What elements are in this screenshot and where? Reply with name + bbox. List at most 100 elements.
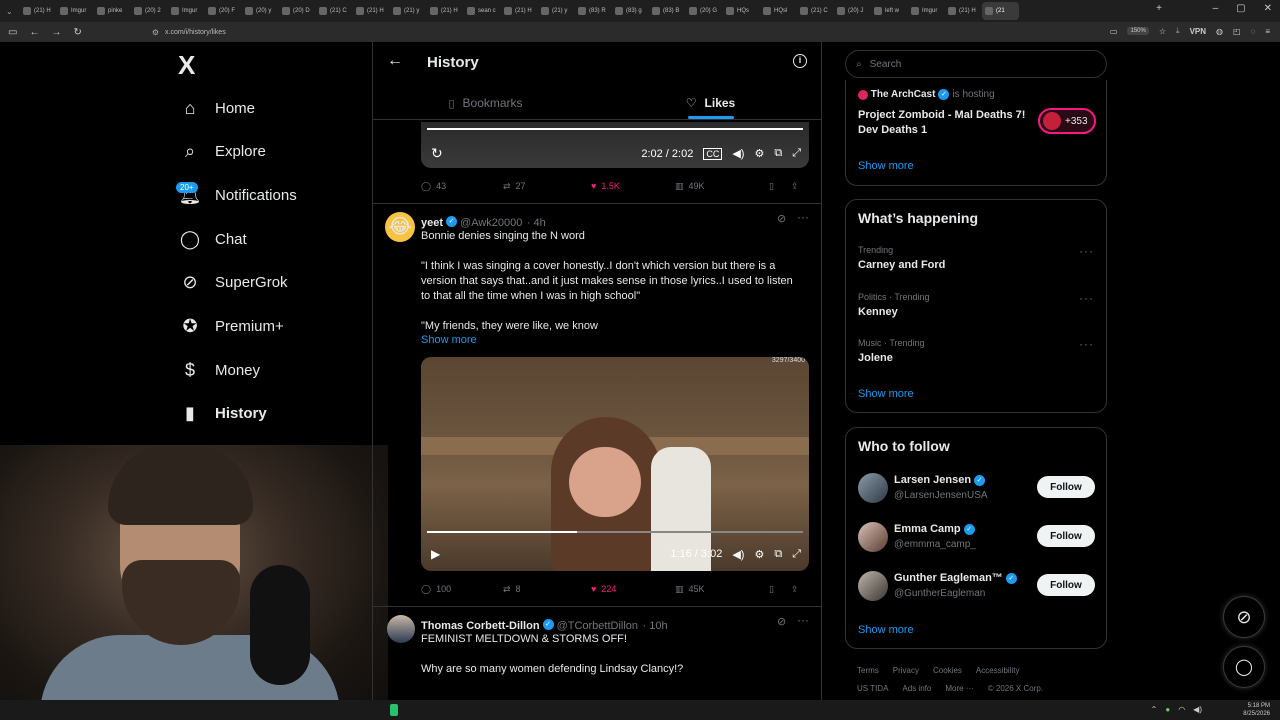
share-button[interactable]: ⇪ — [791, 584, 799, 595]
search-input[interactable]: ⌕ Search — [845, 50, 1107, 78]
follow-user-name[interactable]: Gunther Eagleman™ ✓ — [894, 572, 1020, 584]
tray-app-icon[interactable]: ● — [1165, 705, 1170, 714]
trend-name[interactable]: Kenney — [858, 306, 898, 318]
post-time[interactable]: · 10h — [642, 620, 667, 632]
taskbar-app-icon[interactable] — [390, 704, 398, 716]
speaker-icon[interactable]: ◀) — [1193, 705, 1202, 714]
views-button[interactable]: ▥ 45K — [675, 584, 769, 595]
tray-arrow-icon[interactable]: ⌃ — [1151, 705, 1158, 714]
browser-tab[interactable]: (21) H — [427, 2, 464, 20]
show-more-link[interactable]: Show more — [858, 388, 914, 400]
info-icon[interactable]: i — [793, 54, 807, 68]
post-time[interactable]: · 4h — [527, 217, 546, 229]
video-progress-bar[interactable] — [427, 531, 803, 533]
browser-tab[interactable]: HQs — [723, 2, 760, 20]
reload-icon[interactable]: ↻ — [73, 27, 81, 38]
wifi-icon[interactable]: ◠ — [1178, 705, 1185, 714]
avatar[interactable] — [387, 615, 415, 643]
share-button[interactable]: ⇪ — [791, 181, 799, 192]
follow-button[interactable]: Follow — [1037, 525, 1095, 547]
volume-icon[interactable]: ◀) — [732, 147, 744, 160]
avatar[interactable] — [858, 473, 888, 503]
download-icon[interactable]: ⤓ — [1176, 26, 1180, 36]
browser-tab[interactable]: (21) y — [538, 2, 575, 20]
footer-link[interactable]: Privacy — [893, 666, 919, 675]
forward-icon[interactable]: → — [51, 27, 61, 38]
tab-bookmarks[interactable]: ▯ Bookmarks — [373, 87, 598, 119]
wallet-icon[interactable]: ◍ — [1216, 27, 1223, 36]
cast-icon[interactable]: ▭ — [1110, 27, 1118, 36]
menu-icon[interactable]: ≡ — [1265, 27, 1270, 36]
browser-tab[interactable]: Imgur — [57, 2, 94, 20]
browser-tab[interactable]: (20) J — [834, 2, 871, 20]
trend-more-icon[interactable]: ··· — [1079, 244, 1094, 258]
grok-icon[interactable]: ⊘ — [777, 212, 786, 225]
browser-tab[interactable]: Imgur — [168, 2, 205, 20]
sidebar-item-history[interactable]: ▮ History — [180, 399, 267, 429]
footer-link[interactable]: © 2026 X Corp. — [988, 684, 1043, 693]
captions-icon[interactable]: CC — [703, 147, 723, 160]
bookmark-button[interactable]: ▯ — [769, 584, 791, 595]
maximize-button[interactable]: ▢ — [1236, 3, 1245, 14]
browser-tab[interactable]: (20) 2 — [131, 2, 168, 20]
author-name[interactable]: Thomas Corbett-Dillon — [421, 620, 540, 632]
follow-user-handle[interactable]: @GuntherEagleman — [894, 588, 985, 599]
browser-tab[interactable]: (21) y — [390, 2, 427, 20]
site-info-icon[interactable]: ⚙ — [152, 28, 159, 37]
follow-user-name[interactable]: Emma Camp ✓ — [894, 523, 978, 535]
repost-button[interactable]: ⇄ 8 — [503, 584, 591, 595]
chat-fab-button[interactable]: ◯ — [1223, 646, 1265, 688]
footer-link[interactable]: Cookies — [933, 666, 962, 675]
x-logo[interactable]: X — [178, 50, 195, 81]
footer-link[interactable]: Ads info — [902, 684, 931, 693]
back-icon[interactable]: ← — [29, 27, 39, 38]
sidebar-item-home[interactable]: ⌂ Home — [180, 93, 255, 123]
browser-tab[interactable]: (21) H — [353, 2, 390, 20]
settings-icon[interactable]: ⚙ — [754, 147, 764, 160]
star-icon[interactable]: ☆ — [1159, 27, 1166, 36]
browser-tab[interactable]: HQsl — [760, 2, 797, 20]
fullscreen-icon[interactable]: ⤢ — [792, 548, 801, 561]
sidebar-item-chat[interactable]: ◯ Chat — [180, 224, 247, 254]
minimize-button[interactable]: – — [1213, 3, 1219, 14]
more-options-icon[interactable]: ··· — [797, 210, 809, 224]
author-name[interactable]: yeet — [421, 217, 443, 229]
browser-tab[interactable]: (20) G — [686, 2, 723, 20]
show-more-link[interactable]: Show more — [858, 160, 914, 172]
new-tab-button[interactable]: + — [1156, 3, 1162, 14]
post-video[interactable]: 3297/3400 — [421, 357, 809, 571]
avatar[interactable] — [858, 522, 888, 552]
like-button[interactable]: ♥ 224 — [591, 584, 675, 594]
author-handle[interactable]: @Awk20000 — [460, 217, 522, 229]
sidebar-item-supergrok[interactable]: ⊘ SuperGrok — [180, 268, 287, 298]
fullscreen-icon[interactable]: ⤢ — [792, 147, 801, 160]
browser-tab[interactable]: Imgur — [908, 2, 945, 20]
sidebar-toggle-icon[interactable]: ▭ — [8, 27, 17, 38]
grok-fab-button[interactable]: ⊘ — [1223, 596, 1265, 638]
browser-tab[interactable]: (21) H — [945, 2, 982, 20]
browser-tab[interactable]: (83) g — [612, 2, 649, 20]
browser-tab[interactable]: (83) B — [649, 2, 686, 20]
pip-icon[interactable]: ⧉ — [774, 147, 782, 160]
browser-tab[interactable]: left w — [871, 2, 908, 20]
follow-user-handle[interactable]: @emmma_camp_ — [894, 539, 976, 550]
like-button[interactable]: ♥ 1.5K — [591, 181, 675, 191]
tab-search-icon[interactable]: ⌄ — [6, 7, 20, 16]
browser-tab[interactable]: (21 — [982, 2, 1019, 20]
play-icon[interactable]: ▶ — [431, 547, 440, 561]
footer-link[interactable]: Terms — [857, 666, 879, 675]
avatar[interactable]: 😂 — [385, 212, 415, 242]
close-window-button[interactable]: ✕ — [1264, 3, 1272, 14]
extensions-icon[interactable]: ◰ — [1233, 27, 1241, 36]
browser-tab[interactable]: (83) R — [575, 2, 612, 20]
live-title[interactable]: Project Zomboid - Mal Deaths 7! Dev Deat… — [858, 108, 1038, 138]
show-more-link[interactable]: Show more — [858, 624, 914, 636]
more-options-icon[interactable]: ··· — [797, 613, 809, 627]
browser-tab[interactable]: (21) H — [501, 2, 538, 20]
profile-icon[interactable]: ◌ — [1251, 27, 1256, 36]
taskbar-clock[interactable]: 5:18 PM 8/25/2026 — [1243, 702, 1270, 718]
browser-tab[interactable]: (20) D — [279, 2, 316, 20]
browser-tab[interactable]: (21) H — [20, 2, 57, 20]
bookmark-button[interactable]: ▯ — [769, 181, 791, 192]
url-field[interactable]: x.com/i/history/likes — [165, 29, 226, 36]
